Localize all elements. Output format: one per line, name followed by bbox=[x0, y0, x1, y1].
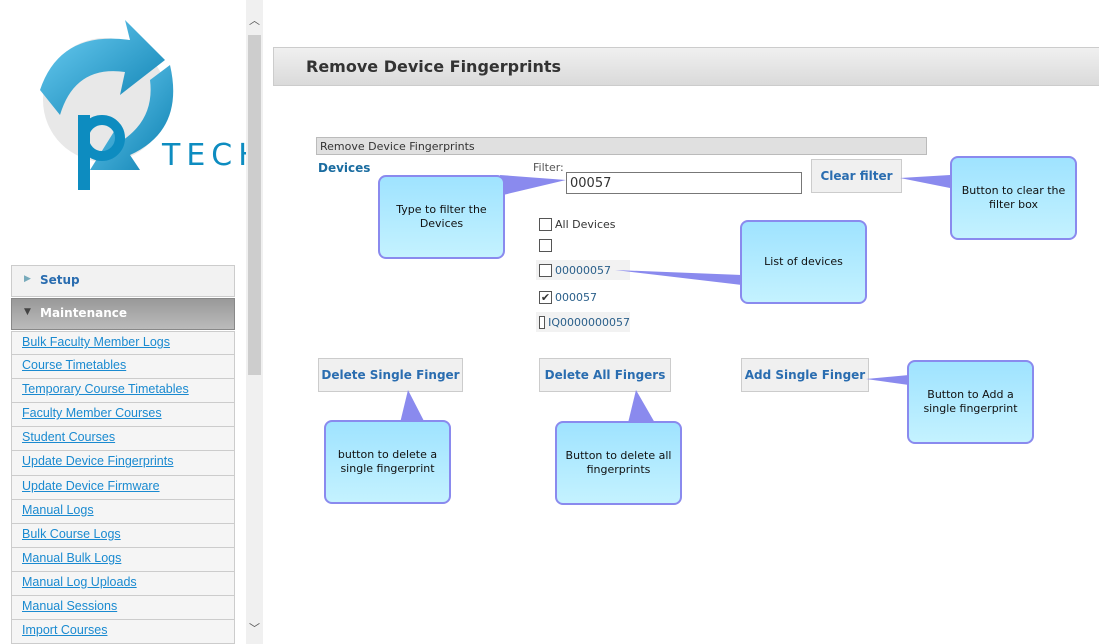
scroll-up-icon[interactable]: ︿ bbox=[246, 12, 263, 28]
menu-item[interactable]: Update Device Firmware bbox=[11, 475, 235, 500]
devices-label: Devices bbox=[318, 161, 371, 175]
menu-item[interactable]: Faculty Member Courses bbox=[11, 403, 235, 428]
section-title: Remove Device Fingerprints bbox=[316, 137, 927, 155]
checkbox[interactable] bbox=[539, 238, 552, 252]
device-row[interactable] bbox=[536, 235, 555, 255]
device-row[interactable]: IQ0000000057 bbox=[536, 312, 630, 332]
checkbox-checked[interactable]: ✔ bbox=[539, 290, 552, 304]
delete-all-fingers-button[interactable]: Delete All Fingers bbox=[539, 358, 671, 392]
menu-item[interactable]: Import Courses bbox=[11, 620, 235, 644]
maintenance-menu: Bulk Faculty Member Logs Course Timetabl… bbox=[11, 331, 235, 644]
delete-single-finger-button[interactable]: Delete Single Finger bbox=[318, 358, 463, 392]
menu-item[interactable]: Update Device Fingerprints bbox=[11, 451, 235, 476]
device-label: 00000057 bbox=[555, 263, 611, 277]
device-row[interactable]: ✔ 000057 bbox=[536, 287, 597, 307]
maintenance-label: Maintenance bbox=[40, 306, 128, 320]
menu-item[interactable]: Bulk Faculty Member Logs bbox=[11, 331, 235, 356]
device-label: 000057 bbox=[555, 290, 597, 304]
accordion-setup[interactable]: ▶ Setup bbox=[11, 265, 235, 297]
checkbox[interactable] bbox=[539, 263, 552, 277]
checkbox[interactable] bbox=[539, 217, 552, 231]
setup-label: Setup bbox=[40, 273, 80, 287]
sidebar-scrollbar[interactable]: ︿ ﹀ bbox=[246, 0, 263, 644]
menu-item[interactable]: Course Timetables bbox=[11, 355, 235, 380]
device-label: IQ0000000057 bbox=[548, 315, 630, 329]
checkbox[interactable] bbox=[539, 315, 546, 329]
accordion-maintenance[interactable]: ▼ Maintenance bbox=[11, 298, 235, 330]
menu-item[interactable]: Manual Bulk Logs bbox=[11, 547, 235, 572]
menu-item[interactable]: Bulk Course Logs bbox=[11, 523, 235, 548]
callout-device-list: List of devices bbox=[740, 220, 867, 304]
sidebar: TECH ▶ Setup ▼ Maintenance Bulk Faculty Me… bbox=[0, 0, 261, 644]
add-single-finger-button[interactable]: Add Single Finger bbox=[741, 358, 869, 392]
caret-down-icon: ▼ bbox=[24, 307, 31, 317]
callout-delete-single: button to delete a single fingerprint bbox=[324, 420, 451, 504]
menu-item[interactable]: Manual Logs bbox=[11, 499, 235, 524]
scroll-down-icon[interactable]: ﹀ bbox=[246, 620, 263, 636]
clear-filter-button[interactable]: Clear filter bbox=[811, 159, 902, 193]
menu-item[interactable]: Manual Sessions bbox=[11, 596, 235, 621]
callout-filter: Type to filter the Devices bbox=[378, 175, 505, 259]
device-row[interactable]: 00000057 bbox=[536, 260, 630, 280]
callout-clear-filter: Button to clear the filter box bbox=[950, 156, 1077, 240]
callout-add-single: Button to Add a single fingerprint bbox=[907, 360, 1034, 444]
menu-item[interactable]: Temporary Course Timetables bbox=[11, 379, 235, 404]
device-all[interactable]: All Devices bbox=[536, 214, 615, 234]
filter-label: Filter: bbox=[533, 161, 564, 174]
menu-item[interactable]: Manual Log Uploads bbox=[11, 571, 235, 597]
device-label: All Devices bbox=[555, 217, 616, 231]
caret-right-icon: ▶ bbox=[24, 274, 31, 284]
filter-input[interactable] bbox=[566, 172, 802, 194]
page-title: Remove Device Fingerprints bbox=[273, 47, 1099, 86]
iptech-logo: TECH bbox=[20, 20, 261, 205]
scrollbar-thumb[interactable] bbox=[248, 35, 261, 375]
callout-delete-all: Button to delete all fingerprints bbox=[555, 421, 682, 505]
menu-item[interactable]: Student Courses bbox=[11, 427, 235, 452]
